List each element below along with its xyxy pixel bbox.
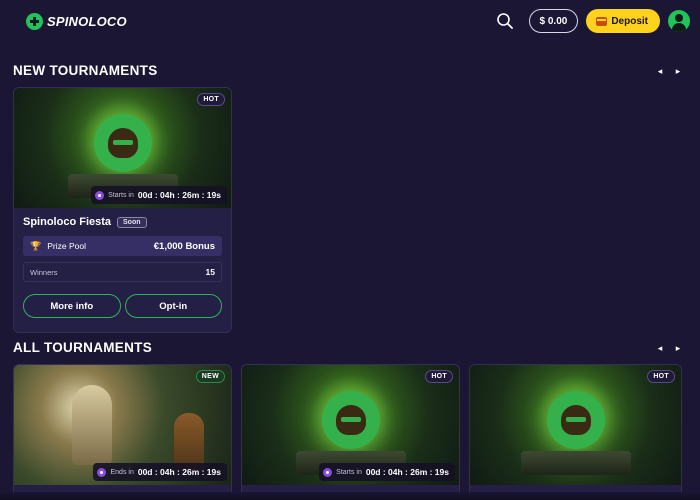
deposit-button[interactable]: Deposit xyxy=(586,9,660,33)
countdown-timer: Ends in 00d : 04h : 26m : 19s xyxy=(93,463,227,481)
winners-value: 15 xyxy=(205,267,215,277)
prize-pool-value: €1,000 Bonus xyxy=(153,240,215,252)
timer-label: Starts in xyxy=(108,191,134,199)
next-arrow-icon[interactable]: ▸ xyxy=(674,66,682,77)
tournament-card[interactable]: NEW Ends in 00d : 04h : 26m : 19s xyxy=(13,364,232,500)
countdown-timer: Starts in 00d : 04h : 26m : 19s xyxy=(319,463,455,481)
card-title-row: Spinoloco Fiesta Soon xyxy=(23,216,222,228)
tournament-card[interactable]: HOT Starts in 00d : 04h : 26m : 19s Spin… xyxy=(13,87,232,333)
tournament-emblem xyxy=(321,391,380,450)
top-bar: SPINOLOCO $ 0.00 Deposit xyxy=(0,0,700,42)
timer-icon xyxy=(323,467,333,477)
header-actions: $ 0.00 Deposit xyxy=(495,9,690,33)
new-badge: NEW xyxy=(195,370,225,383)
hot-badge: HOT xyxy=(425,370,453,383)
tournament-emblem xyxy=(93,114,152,173)
new-tournaments-nav: ◂ ▸ xyxy=(656,66,682,77)
opt-in-button[interactable]: Opt-in xyxy=(124,294,222,318)
timer-label: Starts in xyxy=(336,468,362,476)
countdown-timer: Starts in 00d : 04h : 26m : 19s xyxy=(91,186,227,204)
tournament-image: HOT xyxy=(470,365,681,485)
brand-name: SPINOLOCO xyxy=(47,13,127,29)
more-info-button[interactable]: More info xyxy=(23,294,121,318)
wallet-icon xyxy=(596,16,608,26)
all-tournaments-nav: ◂ ▸ xyxy=(656,343,682,354)
page-bottom-fade xyxy=(0,492,700,500)
timer-label: Ends in xyxy=(110,468,134,476)
balance-button[interactable]: $ 0.00 xyxy=(528,9,579,33)
tournament-card[interactable]: HOT Starts in 00d : 04h : 26m : 19s xyxy=(241,364,460,500)
tournament-card[interactable]: HOT xyxy=(469,364,682,500)
winners-label: Winners xyxy=(30,267,58,277)
avatar-icon[interactable] xyxy=(668,10,690,32)
tournament-image: HOT Starts in 00d : 04h : 26m : 19s xyxy=(14,88,231,208)
status-badge: Soon xyxy=(117,216,147,228)
next-arrow-icon[interactable]: ▸ xyxy=(674,343,682,354)
tournament-pedestal xyxy=(520,451,631,475)
logo-icon xyxy=(26,12,43,30)
winners-row: Winners 15 xyxy=(23,262,222,282)
prize-pool-row: 🏆 Prize Pool €1,000 Bonus xyxy=(23,236,222,256)
timer-value: 00d : 04h : 26m : 19s xyxy=(137,190,221,200)
trophy-icon: 🏆 xyxy=(30,240,42,251)
prev-arrow-icon[interactable]: ◂ xyxy=(656,343,664,354)
timer-icon xyxy=(97,467,107,477)
prev-arrow-icon[interactable]: ◂ xyxy=(656,66,664,77)
tournament-title: Spinoloco Fiesta xyxy=(23,216,112,228)
deposit-label: Deposit xyxy=(611,15,648,27)
hot-badge: HOT xyxy=(197,93,225,106)
timer-icon xyxy=(95,190,105,200)
search-icon[interactable] xyxy=(495,11,515,31)
card-body: Spinoloco Fiesta Soon 🏆 Prize Pool €1,00… xyxy=(14,208,231,328)
tournament-image: HOT Starts in 00d : 04h : 26m : 19s xyxy=(242,365,459,485)
prize-pool-label: Prize Pool xyxy=(47,241,86,251)
brand-logo[interactable]: SPINOLOCO xyxy=(26,12,127,30)
hot-badge: HOT xyxy=(647,370,675,383)
tournament-image: NEW Ends in 00d : 04h : 26m : 19s xyxy=(14,365,231,485)
tournament-emblem xyxy=(546,391,605,450)
zeus-figure xyxy=(72,385,112,465)
card-actions: More info Opt-in xyxy=(23,294,222,318)
timer-value: 00d : 04h : 26m : 19s xyxy=(365,467,449,477)
timer-value: 00d : 04h : 26m : 19s xyxy=(137,467,221,477)
new-tournaments-title: NEW TOURNAMENTS xyxy=(13,63,158,78)
all-tournaments-title: ALL TOURNAMENTS xyxy=(13,340,152,355)
